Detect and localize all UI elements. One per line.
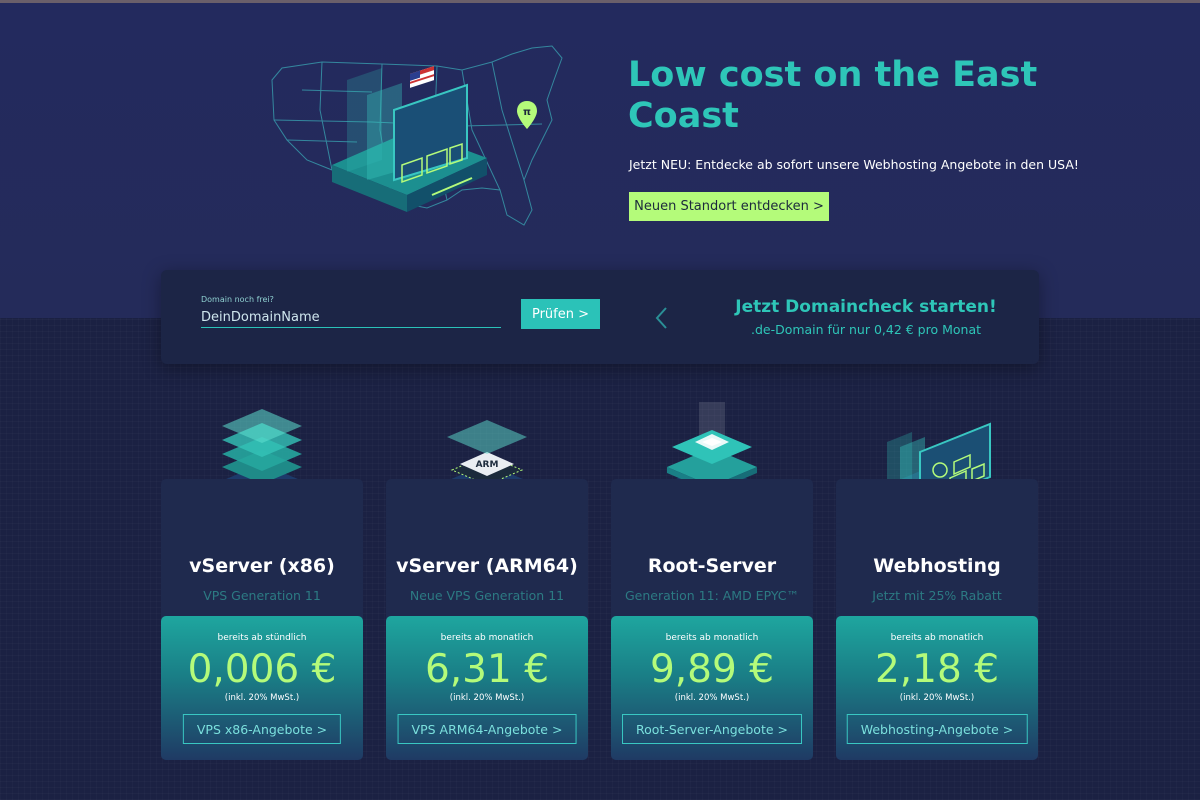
root-server-offers-button[interactable]: Root-Server-Angebote >	[622, 714, 802, 744]
card-title: Root-Server	[647, 555, 777, 577]
price-panel: bereits ab stündlich 0,006 € (inkl. 20% …	[161, 616, 363, 760]
chevron-left-icon[interactable]	[651, 303, 673, 333]
svg-text:π: π	[523, 107, 531, 118]
vserver-arm64-card: vServer (ARM64) Neue VPS Generation 11 b…	[386, 479, 588, 760]
card-subtitle: VPS Generation 11	[203, 588, 321, 603]
price-value: 9,89 €	[649, 647, 775, 692]
price-tax-note: (inkl. 20% MwSt.)	[674, 693, 750, 703]
webhosting-offers-button[interactable]: Webhosting-Angebote >	[846, 714, 1028, 744]
domain-check-panel: Domain noch frei? Prüfen > Jetzt Domainc…	[161, 270, 1039, 364]
price-value: 2,18 €	[874, 647, 1000, 692]
usa-map-server-illustration	[271, 45, 563, 226]
location-pin-icon: π	[517, 101, 537, 129]
hero-title: Low cost on the East Coast	[628, 55, 1038, 136]
price-tax-note: (inkl. 20% MwSt.)	[224, 693, 300, 703]
check-domain-button[interactable]: Prüfen >	[521, 299, 600, 329]
price-tax-note: (inkl. 20% MwSt.)	[449, 693, 525, 703]
price-prefix: bereits ab stündlich	[217, 633, 307, 643]
price-panel: bereits ab monatlich 9,89 € (inkl. 20% M…	[611, 616, 813, 760]
vps-arm64-offers-button[interactable]: VPS ARM64-Angebote >	[397, 714, 577, 744]
root-server-card: Root-Server Generation 11: AMD EPYC™ ber…	[611, 479, 813, 760]
price-tax-note: (inkl. 20% MwSt.)	[899, 693, 975, 703]
price-prefix: bereits ab monatlich	[665, 633, 759, 643]
card-subtitle: Generation 11: AMD EPYC™	[624, 588, 800, 603]
price-value: 6,31 €	[424, 647, 550, 692]
card-title: vServer (x86)	[189, 555, 335, 577]
price-panel: bereits ab monatlich 2,18 € (inkl. 20% M…	[836, 616, 1038, 760]
domain-field-label: Domain noch frei?	[201, 295, 274, 304]
vps-x86-offers-button[interactable]: VPS x86-Angebote >	[182, 714, 342, 744]
new-location-button[interactable]: Neuen Standort entdecken >	[629, 192, 829, 221]
hero-subtitle: Jetzt NEU: Entdecke ab sofort unsere Web…	[629, 157, 1079, 172]
domain-input[interactable]	[201, 308, 501, 328]
price-value: 0,006 €	[187, 647, 337, 692]
card-title: Webhosting	[873, 555, 1001, 577]
arm-chip-label: ARM	[476, 460, 499, 470]
card-title: vServer (ARM64)	[396, 555, 578, 577]
webhosting-card: Webhosting Jetzt mit 25% Rabatt bereits …	[836, 479, 1038, 760]
card-subtitle: Neue VPS Generation 11	[409, 588, 565, 603]
card-subtitle: Jetzt mit 25% Rabatt	[872, 588, 1002, 603]
price-prefix: bereits ab monatlich	[890, 633, 984, 643]
domaincheck-title: Jetzt Domaincheck starten!	[735, 297, 997, 317]
vserver-x86-card: vServer (x86) VPS Generation 11 bereits …	[161, 479, 363, 760]
domaincheck-subtitle: .de-Domain für nur 0,42 € pro Monat	[750, 322, 982, 337]
price-prefix: bereits ab monatlich	[440, 633, 534, 643]
price-panel: bereits ab monatlich 6,31 € (inkl. 20% M…	[386, 616, 588, 760]
